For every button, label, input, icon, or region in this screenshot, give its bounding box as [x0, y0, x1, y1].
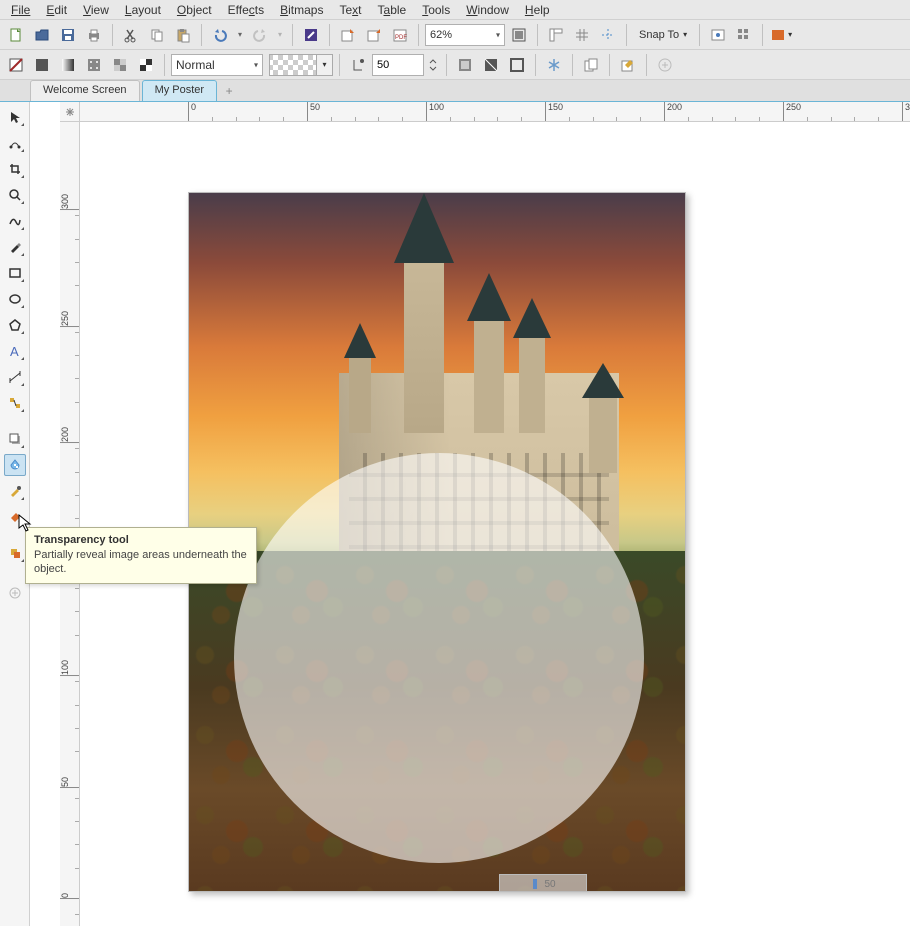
paste-button[interactable]: [171, 23, 195, 47]
apply-outline-button[interactable]: [505, 53, 529, 77]
options-button[interactable]: [706, 23, 730, 47]
menu-effects[interactable]: Effects: [220, 1, 272, 19]
svg-text:A: A: [10, 344, 19, 358]
connector-tool[interactable]: [4, 392, 26, 414]
menu-window[interactable]: Window: [458, 1, 517, 19]
uniform-transparency-button[interactable]: [30, 53, 54, 77]
vector-pattern-button[interactable]: [82, 53, 106, 77]
show-rulers-button[interactable]: [544, 23, 568, 47]
shape-tool[interactable]: [4, 132, 26, 154]
transparency-picker-dropdown[interactable]: ▾: [317, 54, 333, 76]
zoom-level-select[interactable]: 62% ▾: [425, 24, 505, 46]
menu-bitmaps[interactable]: Bitmaps: [272, 1, 331, 19]
menu-help[interactable]: Help: [517, 1, 558, 19]
menu-file[interactable]: File: [3, 1, 38, 19]
zoom-tool[interactable]: [4, 184, 26, 206]
import-button[interactable]: [336, 23, 360, 47]
cut-button[interactable]: [119, 23, 143, 47]
polygon-tool[interactable]: [4, 314, 26, 336]
workspace: A 050100150200250300 300250200150100500: [0, 102, 910, 926]
redo-dropdown[interactable]: ▾: [274, 23, 286, 47]
tooltip-title: Transparency tool: [34, 534, 248, 546]
quick-customize-toolbox[interactable]: [4, 582, 26, 604]
menu-view[interactable]: View: [75, 1, 117, 19]
save-button[interactable]: [56, 23, 80, 47]
menu-bar: File Edit View Layout Object Effects Bit…: [0, 0, 910, 20]
ruler-vertical[interactable]: 300250200150100500: [60, 122, 80, 926]
copy-transparency-button[interactable]: [579, 53, 603, 77]
transparency-target-icon: [346, 53, 370, 77]
drop-shadow-tool[interactable]: [4, 428, 26, 450]
ellipse-tool[interactable]: [4, 288, 26, 310]
menu-text[interactable]: Text: [331, 1, 369, 19]
parallel-dimension-tool[interactable]: [4, 366, 26, 388]
canvas-area[interactable]: 050100150200250300 300250200150100500: [30, 102, 910, 926]
text-tool[interactable]: A: [4, 340, 26, 362]
smart-fill-tool[interactable]: [4, 542, 26, 564]
search-content-button[interactable]: [299, 23, 323, 47]
tooltip: Transparency tool Partially reveal image…: [25, 527, 257, 584]
apply-fill-button[interactable]: [479, 53, 503, 77]
menu-edit[interactable]: Edit: [38, 1, 75, 19]
print-button[interactable]: [82, 23, 106, 47]
pick-tool[interactable]: [4, 106, 26, 128]
transparency-tool[interactable]: [4, 454, 26, 476]
color-eyedropper-tool[interactable]: [4, 480, 26, 502]
rectangle-tool[interactable]: [4, 262, 26, 284]
freehand-tool[interactable]: [4, 210, 26, 232]
freeze-button[interactable]: [542, 53, 566, 77]
new-button[interactable]: [4, 23, 28, 47]
copy-button[interactable]: [145, 23, 169, 47]
zoom-value: 62%: [430, 29, 452, 41]
quick-customize-propbar[interactable]: [653, 53, 677, 77]
full-screen-button[interactable]: [507, 23, 531, 47]
toolbox: A: [0, 102, 30, 926]
tooltip-description: Partially reveal image areas underneath …: [34, 548, 248, 577]
app-launcher-button[interactable]: [732, 23, 756, 47]
open-button[interactable]: [30, 23, 54, 47]
redo-button[interactable]: [248, 23, 272, 47]
menu-table[interactable]: Table: [370, 1, 415, 19]
svg-text:PDF: PDF: [395, 35, 407, 41]
transparency-ellipse-object[interactable]: [234, 453, 644, 863]
layout-dropdown[interactable]: ▾: [769, 23, 793, 47]
undo-button[interactable]: [208, 23, 232, 47]
transparency-picker[interactable]: [269, 54, 317, 76]
edit-transparency-button[interactable]: [616, 53, 640, 77]
two-color-pattern-button[interactable]: [134, 53, 158, 77]
bitmap-pattern-button[interactable]: [108, 53, 132, 77]
tab-welcome-screen[interactable]: Welcome Screen: [30, 80, 140, 101]
tab-my-poster[interactable]: My Poster: [142, 80, 218, 101]
interactive-fill-tool[interactable]: [4, 506, 26, 528]
menu-object[interactable]: Object: [169, 1, 220, 19]
menu-layout[interactable]: Layout: [117, 1, 169, 19]
crop-tool[interactable]: [4, 158, 26, 180]
page-slider-indicator[interactable]: 50: [499, 874, 587, 892]
property-bar: Normal ▾ ▾: [0, 50, 910, 80]
ruler-origin[interactable]: [60, 102, 80, 122]
document-tab-bar: Welcome Screen My Poster +: [0, 80, 910, 102]
standard-toolbar: ▾ ▾ PDF 62% ▾ Snap To ▾ ▾: [0, 20, 910, 50]
apply-all-button[interactable]: [453, 53, 477, 77]
publish-pdf-button[interactable]: PDF: [388, 23, 412, 47]
export-button[interactable]: [362, 23, 386, 47]
merge-mode-select[interactable]: Normal ▾: [171, 54, 263, 76]
show-guidelines-button[interactable]: [596, 23, 620, 47]
no-transparency-button[interactable]: [4, 53, 28, 77]
ruler-horizontal[interactable]: 050100150200250300: [80, 102, 910, 122]
artistic-media-tool[interactable]: [4, 236, 26, 258]
transparency-value-spinner[interactable]: [426, 53, 440, 77]
transparency-value-input[interactable]: [372, 54, 424, 76]
tab-add-button[interactable]: +: [219, 80, 239, 101]
menu-tools[interactable]: Tools: [414, 1, 458, 19]
show-grid-button[interactable]: [570, 23, 594, 47]
fountain-transparency-button[interactable]: [56, 53, 80, 77]
snap-to-dropdown[interactable]: Snap To ▾: [633, 29, 693, 41]
undo-dropdown[interactable]: ▾: [234, 23, 246, 47]
document-page[interactable]: 50: [188, 192, 686, 892]
